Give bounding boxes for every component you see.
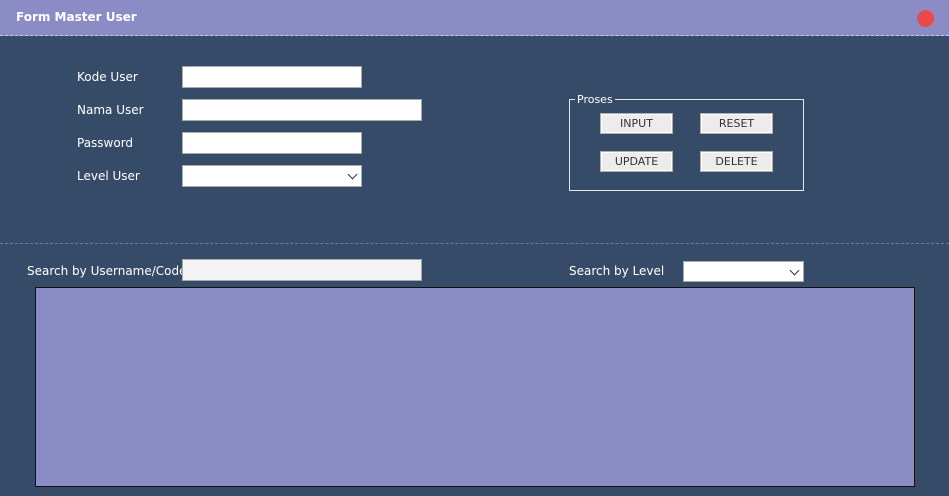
level-user-dropdown[interactable]	[182, 165, 362, 187]
title-bar: Form Master User	[0, 0, 949, 36]
close-icon[interactable]	[917, 10, 934, 27]
kode-user-label: Kode User	[77, 70, 138, 84]
input-button[interactable]: INPUT	[600, 113, 673, 134]
section-divider	[0, 243, 949, 244]
user-data-grid[interactable]	[35, 287, 915, 487]
search-username-input[interactable]	[182, 259, 422, 281]
password-label: Password	[77, 136, 134, 150]
password-input[interactable]	[182, 132, 362, 154]
nama-user-label: Nama User	[77, 103, 144, 117]
chevron-down-icon	[347, 169, 358, 180]
delete-button[interactable]: DELETE	[700, 151, 773, 172]
update-button[interactable]: UPDATE	[600, 151, 673, 172]
kode-user-input[interactable]	[182, 66, 362, 88]
search-username-label: Search by Username/Code	[27, 264, 187, 278]
reset-button[interactable]: RESET	[700, 113, 773, 134]
level-user-label: Level User	[77, 169, 140, 183]
nama-user-input[interactable]	[182, 99, 422, 121]
chevron-down-icon	[789, 265, 800, 276]
search-level-label: Search by Level	[569, 264, 665, 278]
proses-legend: Proses	[575, 93, 615, 106]
window-title: Form Master User	[16, 10, 137, 24]
search-level-dropdown[interactable]	[683, 261, 804, 282]
